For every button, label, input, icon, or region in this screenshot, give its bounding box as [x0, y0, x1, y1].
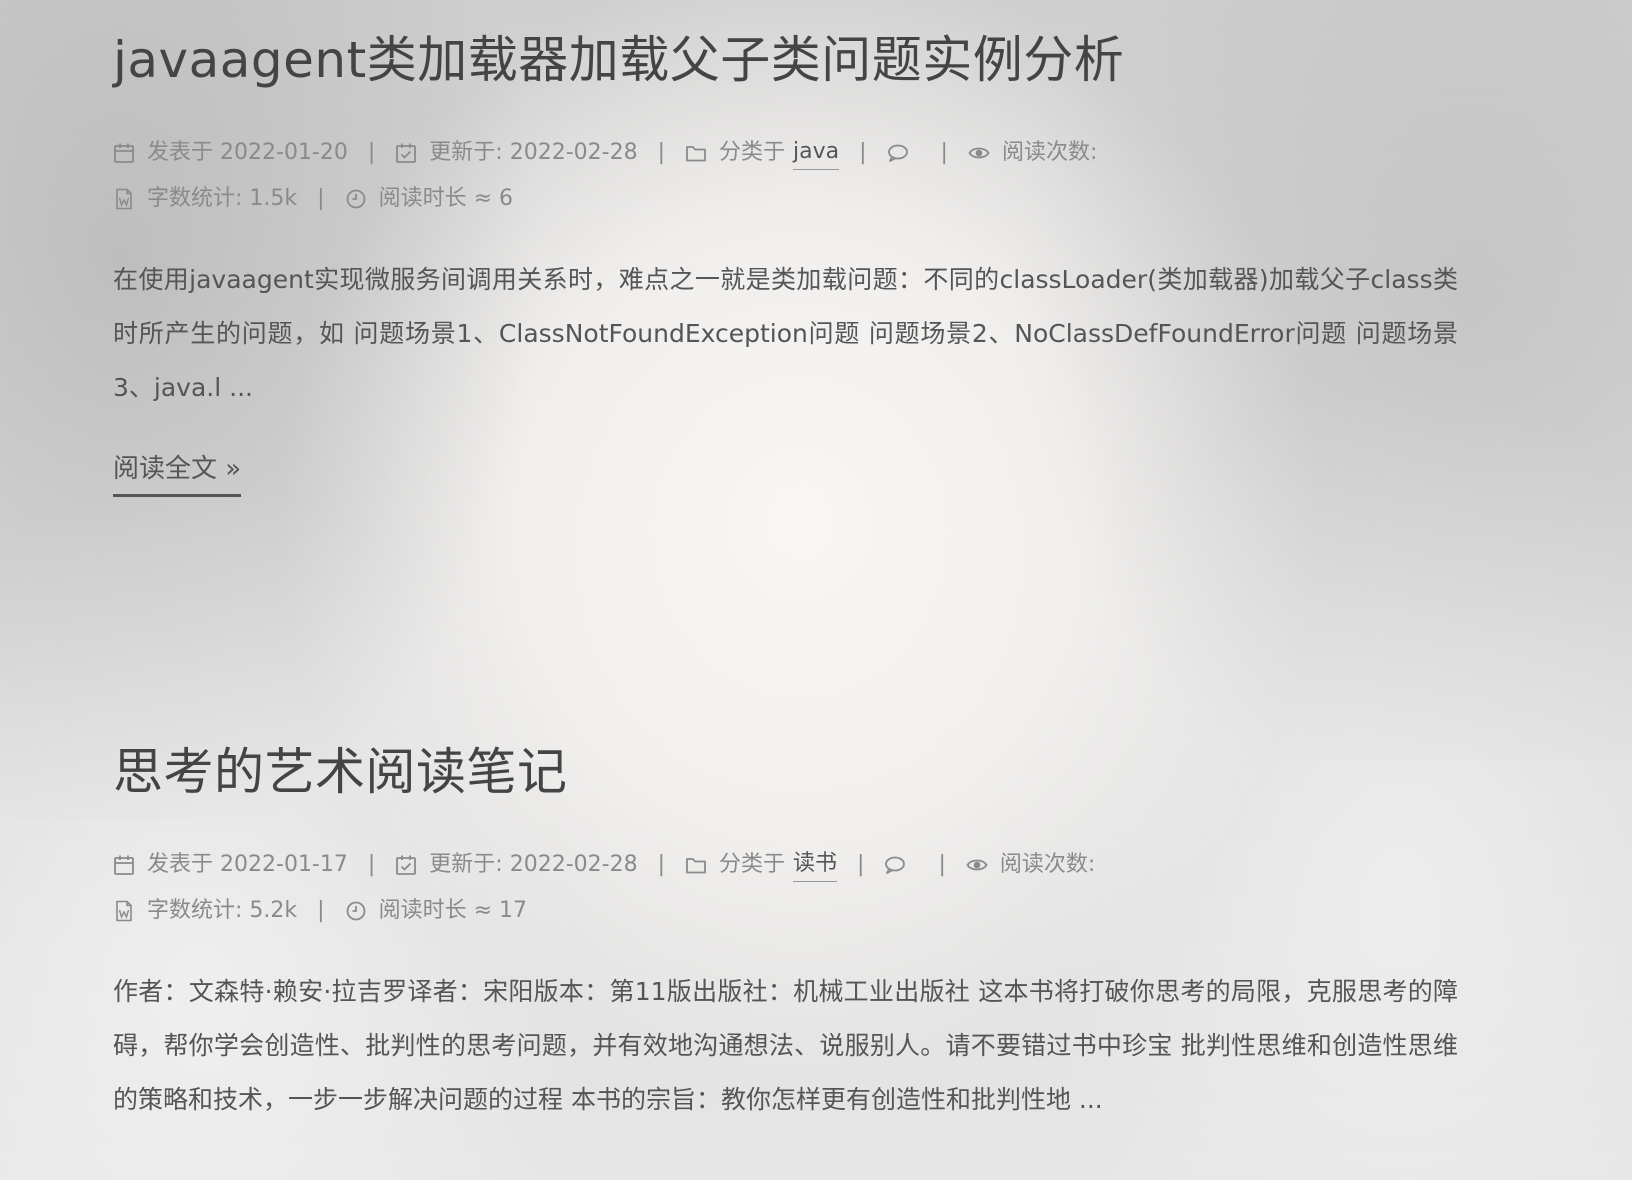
- meta-wordcount-label: 字数统计:: [147, 898, 243, 923]
- post-title[interactable]: javaagent类加载器加载父子类问题实例分析: [113, 28, 1458, 92]
- meta-wordcount: 字数统计: 5.2k: [113, 888, 297, 934]
- meta-posted-label: 发表于: [147, 852, 214, 877]
- calendar-icon: [113, 854, 135, 876]
- meta-comments[interactable]: [887, 142, 921, 164]
- file-word-icon: [113, 900, 135, 922]
- comment-icon[interactable]: [887, 142, 909, 164]
- meta-readtime-value: 6: [499, 186, 514, 211]
- meta-updated-label: 更新于:: [429, 852, 503, 877]
- post-meta: 发表于 2022-01-17 | 更新于: 2022-02-28 | 分类于 读…: [113, 842, 1458, 934]
- meta-separator: |: [317, 186, 325, 211]
- post-meta: 发表于 2022-01-20 | 更新于: 2022-02-28 | 分类于 j…: [113, 130, 1458, 222]
- meta-wordcount-value: 5.2k: [249, 898, 298, 923]
- meta-updated-label: 更新于:: [429, 140, 503, 165]
- clock-icon: [345, 188, 367, 210]
- meta-updated: 更新于: 2022-02-28: [395, 130, 638, 176]
- meta-views: 阅读次数:: [968, 130, 1097, 176]
- comment-icon[interactable]: [884, 854, 906, 876]
- meta-views-label: 阅读次数:: [1001, 140, 1098, 165]
- category-link[interactable]: 读书: [793, 849, 838, 882]
- category-link[interactable]: java: [793, 137, 840, 170]
- meta-readtime-label: 阅读时长 ≈: [378, 898, 493, 923]
- file-word-icon: [113, 188, 135, 210]
- meta-separator: |: [938, 852, 946, 877]
- meta-posted-date: 2022-01-17: [220, 852, 348, 877]
- post-meta-row-1: 发表于 2022-01-20 | 更新于: 2022-02-28 | 分类于 j…: [113, 130, 1458, 176]
- calendar-check-icon: [395, 854, 417, 876]
- calendar-icon: [113, 142, 135, 164]
- post-item: 思考的艺术阅读笔记 发表于 2022-01-17 | 更新于: 2022-02-…: [113, 740, 1458, 1127]
- meta-category: 分类于 java: [685, 130, 840, 176]
- post-excerpt: 作者：文森特·赖安·拉吉罗译者：宋阳版本：第11版出版社：机械工业出版社 这本书…: [113, 977, 1458, 1114]
- meta-readtime: 阅读时长 ≈ 6: [345, 176, 513, 222]
- meta-views-label: 阅读次数:: [999, 852, 1096, 877]
- post-item: javaagent类加载器加载父子类问题实例分析 发表于 2022-01-20 …: [113, 28, 1458, 497]
- eye-icon: [966, 854, 988, 876]
- meta-separator: |: [859, 140, 867, 165]
- read-more-link[interactable]: 阅读全文 »: [113, 452, 242, 497]
- meta-separator: |: [367, 140, 376, 165]
- meta-category: 分类于 读书: [685, 842, 838, 888]
- calendar-check-icon: [395, 142, 417, 164]
- meta-separator: |: [657, 852, 665, 877]
- meta-category-label: 分类于: [719, 140, 786, 165]
- meta-wordcount-value: 1.5k: [249, 186, 298, 211]
- meta-updated-date: 2022-02-28: [509, 852, 638, 877]
- folder-icon: [685, 142, 707, 164]
- meta-separator: |: [367, 852, 376, 877]
- meta-views: 阅读次数:: [966, 842, 1095, 888]
- post-meta-row-2: 字数统计: 1.5k | 阅读时长 ≈ 6: [113, 176, 1458, 222]
- post-meta-row-1: 发表于 2022-01-17 | 更新于: 2022-02-28 | 分类于 读…: [113, 842, 1458, 888]
- meta-posted-label: 发表于: [147, 140, 214, 165]
- clock-icon: [345, 900, 367, 922]
- meta-updated-date: 2022-02-28: [509, 140, 638, 165]
- meta-wordcount: 字数统计: 1.5k: [113, 176, 297, 222]
- meta-comments[interactable]: [884, 854, 918, 876]
- post-excerpt: 在使用javaagent实现微服务间调用关系时，难点之一就是类加载问题：不同的c…: [113, 265, 1458, 402]
- meta-posted-date: 2022-01-20: [220, 140, 348, 165]
- meta-separator: |: [940, 140, 948, 165]
- meta-separator: |: [857, 852, 865, 877]
- folder-icon: [685, 854, 707, 876]
- post-meta-row-2: 字数统计: 5.2k | 阅读时长 ≈ 17: [113, 888, 1458, 934]
- meta-posted: 发表于 2022-01-17: [113, 842, 348, 888]
- meta-wordcount-label: 字数统计:: [147, 186, 243, 211]
- meta-readtime-label: 阅读时长 ≈: [378, 186, 493, 211]
- post-title[interactable]: 思考的艺术阅读笔记: [113, 740, 1458, 804]
- meta-separator: |: [657, 140, 665, 165]
- meta-category-label: 分类于: [719, 852, 786, 877]
- meta-posted: 发表于 2022-01-20: [113, 130, 348, 176]
- meta-readtime: 阅读时长 ≈ 17: [345, 888, 527, 934]
- meta-readtime-value: 17: [499, 898, 528, 923]
- meta-updated: 更新于: 2022-02-28: [395, 842, 638, 888]
- meta-separator: |: [317, 898, 325, 923]
- eye-icon: [968, 142, 990, 164]
